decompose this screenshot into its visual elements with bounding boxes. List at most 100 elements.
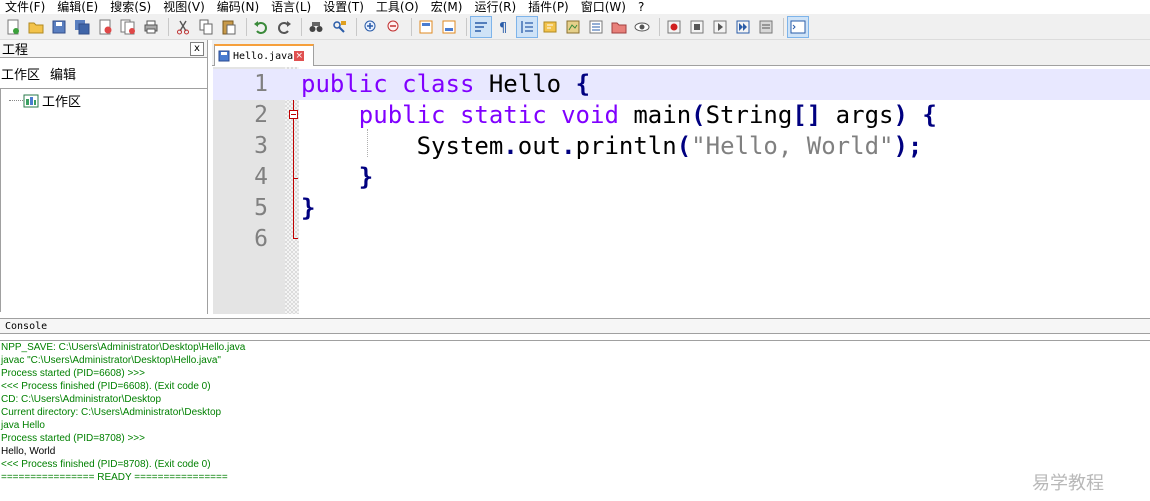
menu-macro[interactable]: 宏(M): [425, 0, 469, 14]
console-title: Console: [5, 321, 48, 332]
record-macro-icon[interactable]: [664, 17, 684, 37]
code-token: System: [416, 132, 504, 160]
undo-icon[interactable]: [251, 17, 271, 37]
indent-guide-icon[interactable]: [516, 15, 538, 38]
menu-view[interactable]: 视图(V): [157, 0, 211, 14]
menu-language[interactable]: 语言(L): [265, 0, 317, 14]
console-line: java Hello: [1, 420, 45, 431]
code-token: void: [561, 101, 619, 129]
find-icon[interactable]: [306, 17, 326, 37]
code-editor[interactable]: 1 public class Hello { 2 public static v…: [213, 67, 1150, 314]
console-header: Console: [0, 318, 1150, 334]
console-line: NPP_SAVE: C:\Users\Administrator\Desktop…: [1, 342, 246, 353]
menu-window[interactable]: 窗口(W): [575, 0, 632, 14]
code-token: "Hello, World": [691, 132, 894, 160]
menu-edit[interactable]: 编辑(E): [51, 0, 104, 14]
function-list-icon[interactable]: [586, 17, 606, 37]
watermark: 易学教程: [1032, 473, 1104, 494]
code-token: Hello: [488, 70, 562, 98]
copy-icon[interactable]: [196, 17, 216, 37]
menu-plugins[interactable]: 插件(P): [522, 0, 575, 14]
toolbar-separator: [411, 17, 412, 36]
menu-run[interactable]: 运行(R): [468, 0, 522, 14]
line-number: 3: [254, 133, 268, 159]
code-token: (: [676, 132, 692, 160]
cut-icon[interactable]: [173, 17, 193, 37]
console-icon[interactable]: [787, 15, 809, 38]
project-menu-workspace[interactable]: 工作区: [1, 64, 40, 83]
console-output[interactable]: NPP_SAVE: C:\Users\Administrator\Desktop…: [0, 340, 1150, 501]
console-line: javac "C:\Users\Administrator\Desktop\He…: [1, 355, 221, 366]
svg-text:¶: ¶: [499, 21, 507, 35]
zoom-in-icon[interactable]: [361, 17, 381, 37]
code-token: ): [893, 132, 908, 160]
tab-hello-java[interactable]: Hello.java ×: [214, 44, 314, 66]
toolbar-separator: [168, 17, 169, 36]
project-menu: 工作区 编辑: [0, 58, 207, 88]
code-token: }: [301, 194, 316, 222]
new-file-icon[interactable]: [3, 17, 23, 37]
print-icon[interactable]: [141, 17, 161, 37]
console-line: ================ READY ================: [1, 472, 228, 483]
tree-connector: [9, 100, 23, 101]
console-line: Current directory: C:\Users\Administrato…: [1, 407, 222, 418]
save-icon[interactable]: [49, 17, 69, 37]
monitor-icon[interactable]: [632, 17, 652, 37]
replace-icon[interactable]: [329, 17, 349, 37]
sync-v-icon[interactable]: [416, 17, 436, 37]
redo-icon[interactable]: [274, 17, 294, 37]
tab-label: Hello.java: [233, 50, 294, 62]
code-token: println: [575, 132, 677, 160]
stop-macro-icon[interactable]: [687, 17, 707, 37]
toolbar-separator: [301, 17, 302, 36]
menu-help[interactable]: ?: [632, 0, 650, 14]
code-token: ;: [907, 132, 923, 160]
play-macro-icon[interactable]: [710, 17, 730, 37]
sync-h-icon[interactable]: [439, 17, 459, 37]
doc-map-icon[interactable]: [563, 17, 583, 37]
project-tree: 工作区: [0, 88, 207, 312]
run-macro-multi-icon[interactable]: [733, 17, 753, 37]
console-line: <<< Process finished (PID=8708). (Exit c…: [1, 459, 211, 470]
tab-bar: Hello.java ×: [212, 40, 1150, 66]
menu-file[interactable]: 文件(F): [0, 0, 51, 14]
code-line: 5 }: [213, 193, 1150, 224]
code-token: (: [691, 101, 706, 129]
code-token: main: [633, 101, 692, 129]
code-token: .: [503, 132, 518, 160]
code-line: 4 }: [213, 162, 1150, 193]
code-line: 2 public static void main(String[] args)…: [213, 100, 1150, 131]
console-line: Process started (PID=8708) >>>: [1, 433, 145, 444]
code-token: {: [922, 101, 937, 129]
paste-icon[interactable]: [219, 17, 239, 37]
line-number: 5: [254, 195, 268, 221]
save-macro-icon[interactable]: [756, 17, 776, 37]
tree-item-workspace[interactable]: 工作区: [9, 91, 81, 110]
code-line: 1 public class Hello {: [213, 69, 1150, 100]
show-all-chars-icon[interactable]: ¶: [494, 17, 514, 37]
close-all-icon[interactable]: [118, 17, 138, 37]
close-icon[interactable]: ×: [294, 51, 305, 61]
project-menu-edit[interactable]: 编辑: [50, 64, 76, 83]
menu-encoding[interactable]: 编码(N): [211, 0, 265, 14]
menu-search[interactable]: 搜索(S): [104, 0, 157, 14]
code-token: {: [575, 70, 591, 98]
console-line: Process started (PID=6608) >>>: [1, 368, 145, 379]
menu-settings[interactable]: 设置(T): [317, 0, 370, 14]
code-token: .: [561, 132, 576, 160]
zoom-out-icon[interactable]: [384, 17, 404, 37]
code-token: String: [705, 101, 793, 129]
close-icon[interactable]: x: [190, 41, 204, 56]
user-lang-icon[interactable]: [540, 17, 560, 37]
line-number: 2: [254, 102, 268, 128]
close-icon[interactable]: [95, 17, 115, 37]
code-line: 3 System.out.println("Hello, World");: [213, 131, 1150, 162]
menu-tools[interactable]: 工具(O): [370, 0, 425, 14]
save-all-icon[interactable]: [72, 17, 92, 37]
folder-workspace-icon[interactable]: [609, 17, 629, 37]
open-file-icon[interactable]: [26, 17, 46, 37]
toolbar-separator: [783, 17, 784, 36]
code-token: args: [835, 101, 894, 129]
word-wrap-icon[interactable]: [470, 15, 492, 38]
menu-bar: 文件(F) 编辑(E) 搜索(S) 视图(V) 编码(N) 语言(L) 设置(T…: [0, 0, 1150, 14]
